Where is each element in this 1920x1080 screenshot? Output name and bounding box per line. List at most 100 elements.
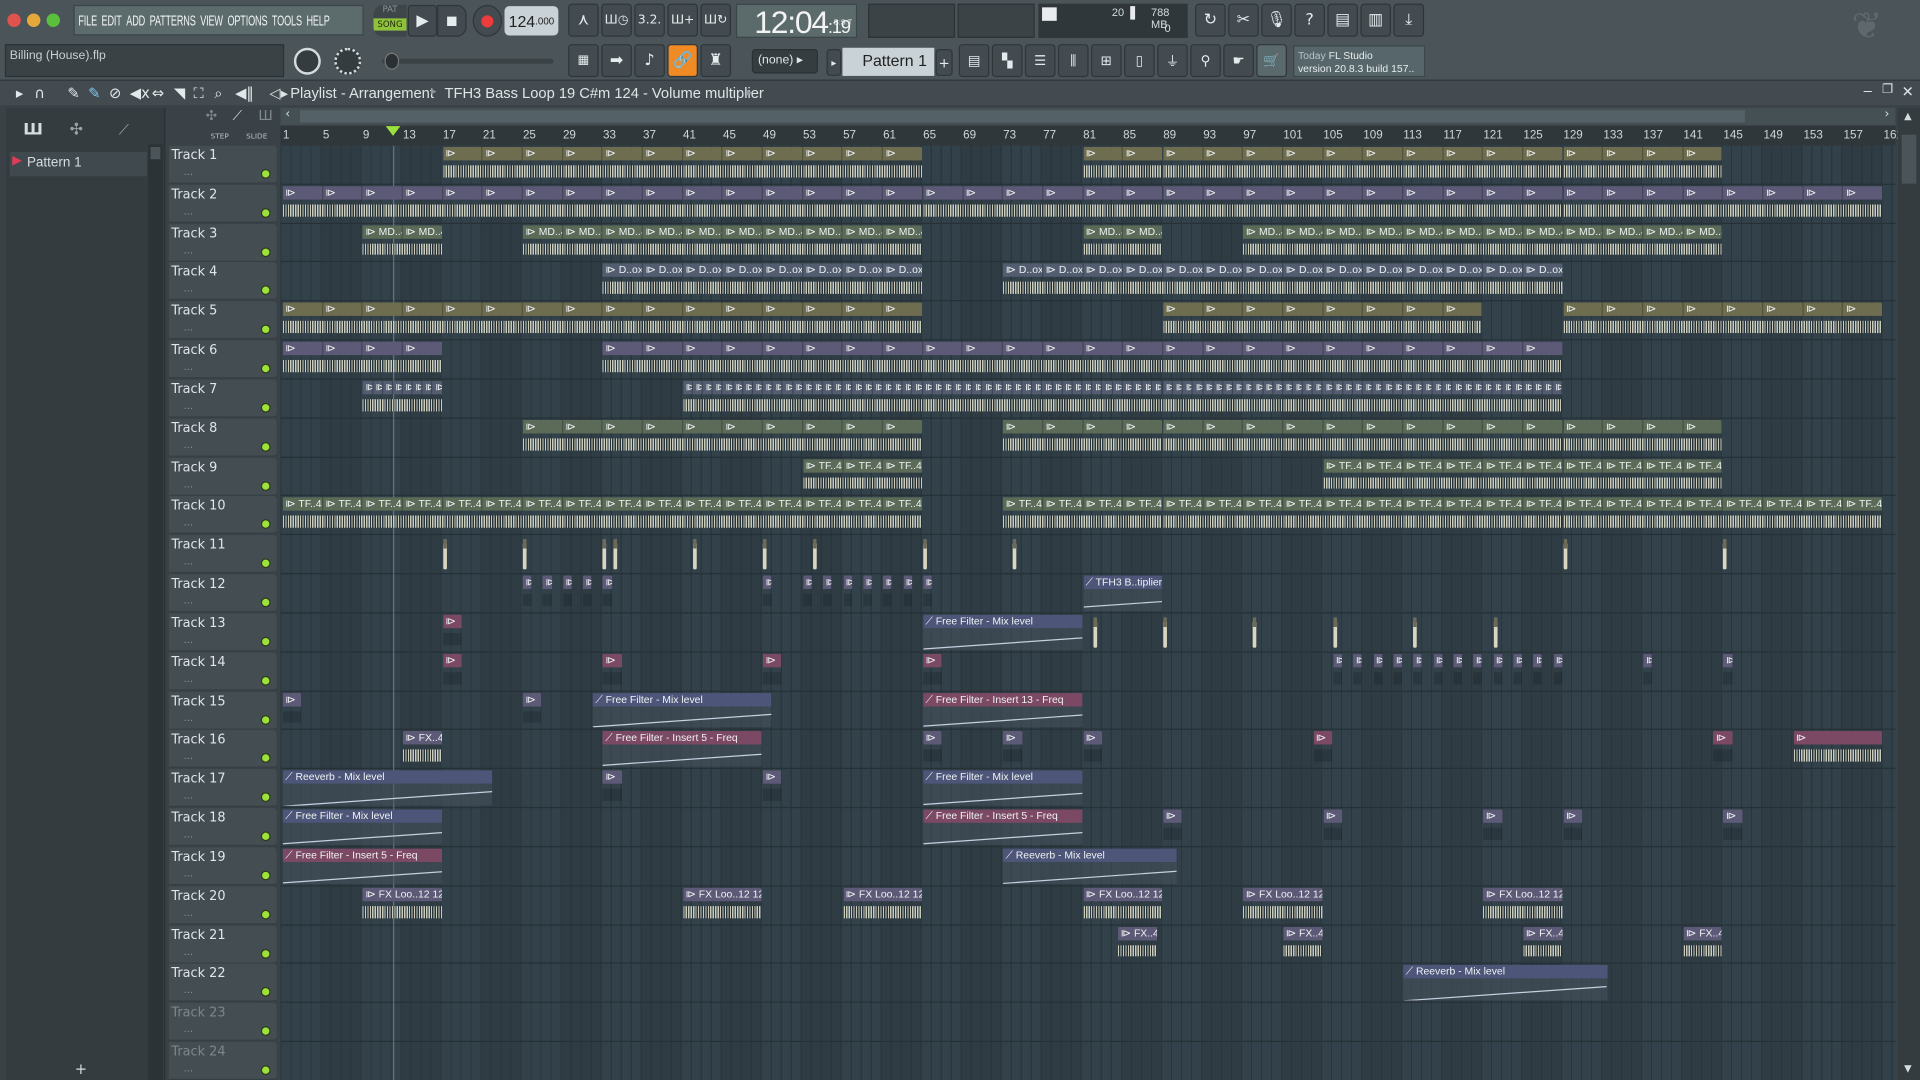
pattern-clip[interactable]: ⧐ FX Loo..12 124 [843, 887, 922, 922]
track-enable-led[interactable] [260, 324, 271, 335]
track-options-icon[interactable]: ... [184, 478, 193, 489]
track-header[interactable]: Track 8... [168, 418, 277, 457]
pattern-clip[interactable]: ⧐ [1323, 809, 1343, 845]
playlist-overview-scrollbar[interactable]: ‹ › [280, 107, 1896, 125]
pattern-clip[interactable]: ⧐ [602, 770, 622, 806]
export-wav-button[interactable]: ▥ [1360, 3, 1392, 37]
help-button[interactable]: ? [1294, 3, 1325, 37]
audio-slice-clip[interactable] [1723, 538, 1728, 570]
picker-scrollbar[interactable] [148, 144, 163, 1080]
pattern-clip[interactable]: ⧐ [1393, 653, 1403, 689]
menu-add[interactable]: ADD [126, 12, 145, 29]
pattern-clip[interactable]: ⧐ ⧐ ⧐ ⧐ ⧐ ⧐ ⧐ ⧐ ⧐ ⧐ ⧐ ⧐ ⧐ ⧐ ⧐ ⧐ ⧐ ⧐ ⧐ ⧐ … [683, 380, 1162, 416]
channel-filter-select[interactable]: (none) ▸ [751, 48, 818, 74]
track-header[interactable]: Track 5... [168, 301, 277, 340]
minimize-playlist-button[interactable]: – [1864, 82, 1872, 99]
breadcrumb-menu-icon[interactable]: ▸ [747, 86, 753, 99]
track-header[interactable]: Track 18... [168, 808, 277, 847]
automation-clip[interactable]: ⟋ Free Filter - Insert 5 - Freq [602, 731, 762, 767]
pattern-clip[interactable]: ⧐ [1083, 731, 1102, 767]
menu-view[interactable]: VIEW [200, 12, 223, 29]
pattern-clip[interactable]: ⧐ [903, 575, 912, 611]
pattern-clip[interactable]: ⧐ ⧐ ⧐ ⧐ [1003, 419, 1162, 455]
pattern-clip[interactable]: ⧐ ⧐ ⧐ ⧐ [282, 341, 442, 377]
pattern-clip[interactable]: ⧐ [1413, 653, 1423, 689]
multilink-button[interactable]: 🔗 [667, 44, 698, 78]
track-header[interactable]: Track 12... [168, 574, 277, 613]
vertical-scroll-thumb[interactable] [1901, 134, 1917, 184]
audio-slice-clip[interactable] [693, 538, 697, 570]
track-options-icon[interactable]: ... [184, 283, 193, 294]
pattern-clip[interactable]: ⧐ ⧐ ⧐ ⧐ [1563, 419, 1723, 455]
automation-clip[interactable]: ⟋ Free Filter - Insert 5 - Freq [282, 848, 442, 884]
pattern-clip[interactable]: ⧐ [1333, 653, 1343, 689]
piano-roll-window-button[interactable]: ▚ [991, 44, 1023, 78]
track-enable-led[interactable] [260, 714, 271, 725]
track-header[interactable]: Track 23... [168, 1003, 277, 1042]
automation-clip[interactable]: ⟋ Reeverb - Mix level [282, 770, 492, 806]
track-options-icon[interactable]: ... [184, 751, 193, 762]
track-enable-led[interactable] [260, 168, 271, 179]
track-options-icon[interactable]: ... [184, 1063, 193, 1074]
track-options-icon[interactable]: ... [184, 595, 193, 606]
track-enable-led[interactable] [260, 831, 271, 842]
audio-slice-clip[interactable] [923, 538, 927, 570]
slide-label[interactable]: SLIDE [246, 132, 267, 141]
pattern-clip[interactable]: ⧐ ⧐ ⧐ ⧐ ⧐ ⧐ ⧐ ⧐ ⧐ ⧐ ⧐ ⧐ ⧐ ⧐ ⧐ ⧐ [282, 185, 922, 221]
minimize-window-button[interactable] [26, 13, 41, 27]
pattern-clip[interactable]: ⧐ [923, 575, 932, 611]
audio-slice-clip[interactable] [1333, 616, 1337, 648]
track-enable-led[interactable] [260, 909, 271, 920]
track-options-icon[interactable]: ... [184, 439, 193, 450]
slice-tool-icon[interactable]: ◥ [174, 84, 185, 101]
scroll-right-icon[interactable]: › [1884, 108, 1889, 121]
automation-clip[interactable]: ⟋ Free Filter - Mix level [923, 614, 1082, 650]
track-enable-led[interactable] [260, 792, 271, 803]
track-header[interactable]: Track 10... [168, 496, 277, 535]
pattern-clip[interactable]: ⧐ FX Loo..12 124 [1483, 887, 1563, 922]
track-options-icon[interactable]: ... [184, 167, 193, 178]
pattern-clip[interactable]: ⧐ ⧐ ⧐ ⧐ ⧐ ⧐ ⧐ ⧐ ⧐ ⧐ ⧐ ⧐ ⧐ ⧐ ⧐ ⧐ ⧐ ⧐ ⧐ ⧐ … [1163, 380, 1563, 416]
pattern-clip[interactable]: ⧐ ⧐ ⧐ ⧐ ⧐ ⧐ ⧐ ⧐ ⧐ ⧐ ⧐ ⧐ ⧐ ⧐ ⧐ ⧐ [282, 302, 922, 338]
pattern-list-item[interactable]: ▶ Pattern 1 [9, 151, 147, 177]
pattern-clip[interactable]: ⧐ [1643, 653, 1653, 689]
scroll-up-icon[interactable]: ▲ [1904, 110, 1912, 121]
track-options-icon[interactable]: ... [184, 634, 193, 645]
menu-file[interactable]: FILE [78, 12, 97, 29]
pattern-clip[interactable]: ⧐ ⧐ ⧐ ⧐ ⧐ ⧐ ⧐ ⧐ ⧐ ⧐ [522, 419, 922, 455]
metronome-button[interactable]: ⋏ [568, 3, 599, 37]
pattern-clip[interactable]: ⧐ TF..4 ⧐ TF..4 ⧐ TF..4 ⧐ TF..4 [1003, 497, 1162, 533]
picker-add-button[interactable]: + [75, 1060, 87, 1077]
plugin-database-button[interactable]: ⏚ [1157, 44, 1188, 78]
touch-controller-button[interactable]: ⚲ [1190, 44, 1221, 78]
pattern-clip[interactable]: ⧐ FX..4 [402, 731, 442, 767]
pattern-clip[interactable]: ⧐ [542, 575, 552, 611]
track-options-icon[interactable]: ... [184, 556, 193, 567]
pattern-clip[interactable]: ⧐ ⧐ ⧐ ⧐ ⧐ ⧐ ⧐ ⧐ [1563, 302, 1883, 338]
delete-tool-icon[interactable]: ⊘ [109, 84, 121, 101]
pattern-clip[interactable]: ⧐ TF..4 ⧐ TF..4 ⧐ TF..4 ⧐ TF..4 ⧐ TF..4 ⧐ TF.… [282, 497, 922, 533]
pattern-clip[interactable]: ⧐ [1373, 653, 1383, 689]
pattern-clip[interactable]: ⧐ [763, 575, 772, 611]
pattern-prev-button[interactable]: ▸ [826, 48, 842, 76]
audio-clip-icon[interactable]: ✣ [206, 108, 217, 124]
pattern-clip[interactable]: ⧐ [1793, 731, 1883, 767]
playback-tool-icon[interactable]: ◀‖ [235, 84, 254, 101]
audio-slice-clip[interactable] [1163, 616, 1167, 648]
step-edit-button[interactable]: ➡ [601, 44, 632, 78]
pattern-clip[interactable]: ⧐ TF..4 ⧐ TF..4 ⧐ TF..4 ⧐ TF..4 [1563, 458, 1723, 494]
blend-notes-button[interactable]: Ш+ [667, 3, 698, 37]
track-header[interactable]: Track 9... [168, 457, 277, 496]
track-options-icon[interactable]: ... [184, 790, 193, 801]
audio-slice-clip[interactable] [813, 538, 817, 570]
automation-clip[interactable]: ⟋ Reeverb - Mix level [1003, 848, 1177, 884]
pattern-clip[interactable]: ⧐ [863, 575, 872, 611]
vertical-scrollbar[interactable]: ▲ ▼ [1897, 107, 1920, 1080]
pattern-clip[interactable]: ⧐ [1513, 653, 1523, 689]
pattern-clip[interactable]: ⧐ ⧐ ⧐ ⧐ [1563, 146, 1723, 182]
shortcut-button[interactable]: ☛ [1223, 44, 1254, 78]
shop-button[interactable]: 🛒 [1256, 44, 1287, 78]
track-options-icon[interactable]: ... [184, 1024, 193, 1035]
pattern-clip[interactable]: ⧐ MD..4⧐ MD..4 [362, 224, 442, 260]
pattern-clip[interactable]: ⧐ FX Loo..12 124 [1083, 887, 1162, 922]
